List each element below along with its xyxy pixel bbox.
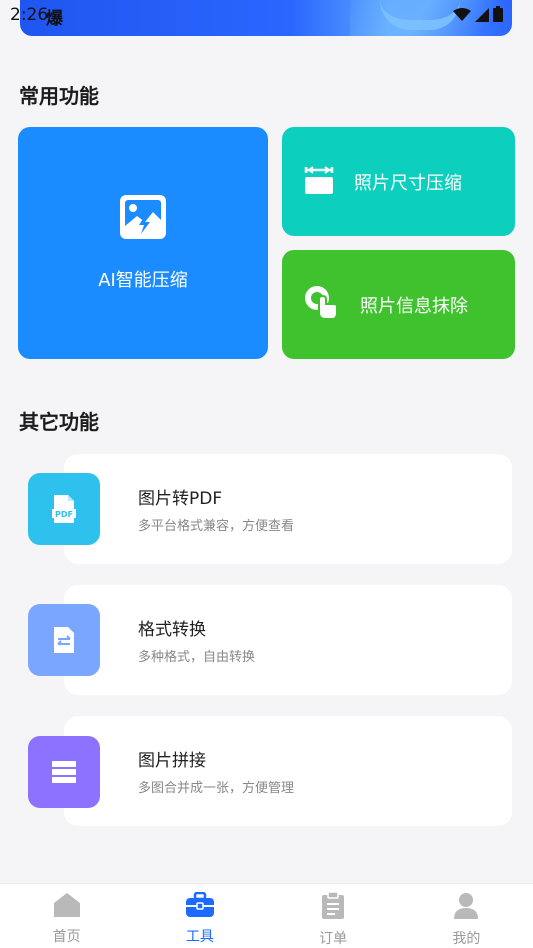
nav-home-label: 首页 [52, 929, 81, 945]
signal-icon [475, 7, 489, 26]
home-icon [53, 892, 81, 922]
battery-icon [493, 6, 503, 26]
nav-tools-label: 工具 [185, 929, 214, 945]
touch-erase-icon [304, 285, 340, 325]
nav-profile[interactable]: 我的 [400, 884, 533, 948]
toolbox-icon [185, 891, 215, 922]
clipboard-icon [321, 891, 345, 924]
wifi-icon [453, 7, 471, 26]
item-title: 格式转换 [138, 620, 206, 640]
tools-screen: 2:26 爆 常用功能 AI智能压缩 照片尺寸压缩 照片信息抹除 其它功能 图片… [0, 0, 533, 948]
ai-compress-label: AI智能压缩 [98, 270, 188, 291]
common-features-title: 常用功能 [19, 84, 99, 108]
image-to-pdf-item[interactable]: 图片转PDF 多平台格式兼容，方便查看 [64, 454, 512, 564]
nav-tools[interactable]: 工具 [133, 884, 266, 948]
info-erase-label: 照片信息抹除 [360, 295, 468, 317]
item-title: 图片拼接 [138, 751, 206, 771]
status-time: 2:26 [10, 5, 49, 25]
item-subtitle: 多种格式，自由转换 [138, 650, 256, 665]
bottom-nav: 首页 工具 订单 我的 [0, 883, 533, 948]
ai-compress-card[interactable]: AI智能压缩 [18, 127, 268, 359]
format-convert-item[interactable]: 格式转换 多种格式，自由转换 [64, 585, 512, 695]
item-subtitle: 多平台格式兼容，方便查看 [138, 519, 295, 534]
pdf-icon-text: PDF [55, 510, 73, 519]
size-compress-label: 照片尺寸压缩 [354, 172, 462, 194]
info-erase-card[interactable]: 照片信息抹除 [282, 250, 515, 359]
status-icons [453, 6, 503, 26]
nav-orders-label: 订单 [319, 931, 348, 947]
item-title: 图片转PDF [138, 489, 223, 509]
person-icon [453, 892, 479, 924]
nav-home[interactable]: 首页 [0, 884, 133, 948]
other-features-title: 其它功能 [19, 410, 99, 434]
image-compress-icon [119, 194, 167, 244]
size-compress-card[interactable]: 照片尺寸压缩 [282, 127, 515, 236]
resize-icon [304, 165, 334, 199]
status-notification: 爆 [46, 9, 63, 29]
status-bar: 2:26 爆 [0, 0, 533, 30]
convert-icon [28, 604, 100, 676]
stitch-icon [28, 736, 100, 808]
image-stitch-item[interactable]: 图片拼接 多图合并成一张，方便管理 [64, 716, 512, 826]
item-subtitle: 多图合并成一张，方便管理 [138, 781, 295, 796]
pdf-icon: PDF [28, 473, 100, 545]
nav-orders[interactable]: 订单 [267, 884, 400, 948]
nav-profile-label: 我的 [452, 931, 481, 947]
